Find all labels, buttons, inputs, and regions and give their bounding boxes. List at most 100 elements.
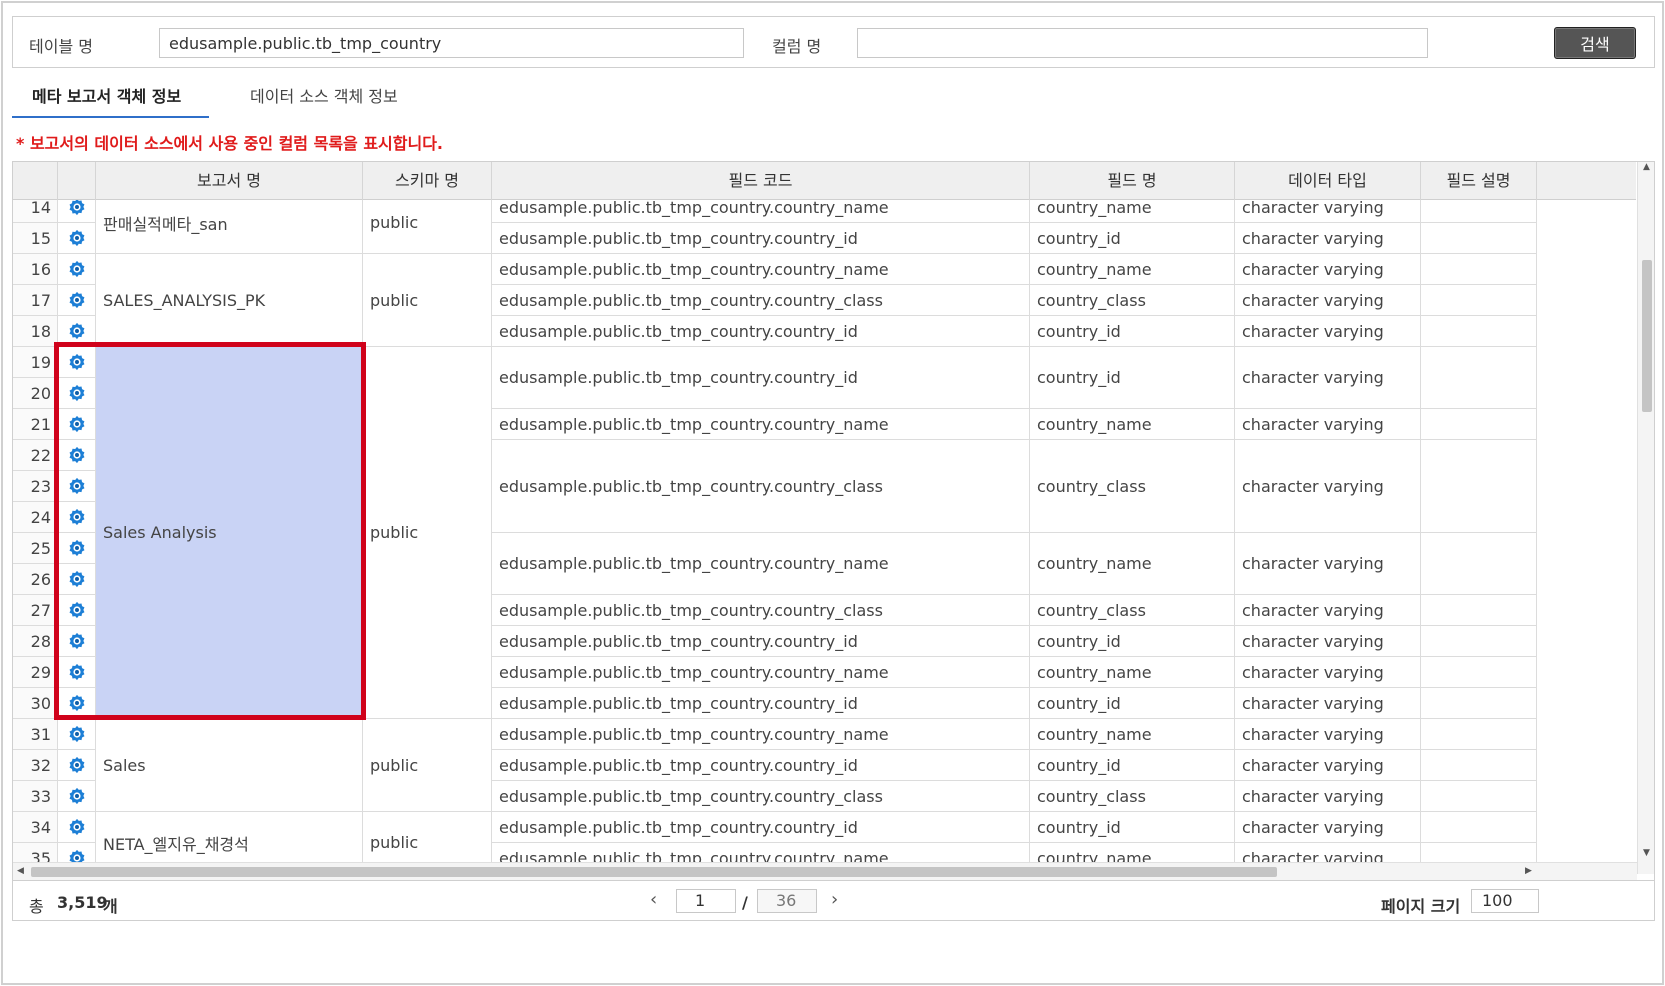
- gear-icon[interactable]: [68, 725, 86, 743]
- report-name-cell[interactable]: SALES_ANALYSIS_PK: [96, 254, 363, 347]
- data-type-cell[interactable]: character varying: [1235, 440, 1421, 533]
- data-type-cell[interactable]: character varying: [1235, 347, 1421, 409]
- field-code-cell[interactable]: edusample.public.tb_tmp_country.country_…: [492, 626, 1030, 657]
- row-icon-cell[interactable]: [58, 440, 96, 471]
- data-type-cell[interactable]: character varying: [1235, 409, 1421, 440]
- report-name-cell[interactable]: Sales: [96, 719, 363, 812]
- gear-icon[interactable]: [68, 477, 86, 495]
- row-icon-cell[interactable]: [58, 533, 96, 564]
- page-size-input[interactable]: 100: [1471, 889, 1539, 913]
- table-name-input[interactable]: [159, 28, 744, 58]
- header-report-name[interactable]: 보고서 명: [96, 162, 363, 200]
- field-name-cell[interactable]: country_class: [1030, 285, 1235, 316]
- field-desc-cell[interactable]: [1421, 409, 1537, 440]
- field-desc-cell[interactable]: [1421, 223, 1537, 254]
- field-name-cell[interactable]: country_class: [1030, 781, 1235, 812]
- gear-icon[interactable]: [68, 508, 86, 526]
- field-name-cell[interactable]: country_id: [1030, 626, 1235, 657]
- field-desc-cell[interactable]: [1421, 595, 1537, 626]
- data-type-cell[interactable]: character varying: [1235, 285, 1421, 316]
- field-code-cell[interactable]: edusample.public.tb_tmp_country.country_…: [492, 254, 1030, 285]
- field-code-cell[interactable]: edusample.public.tb_tmp_country.country_…: [492, 533, 1030, 595]
- data-type-cell[interactable]: character varying: [1235, 223, 1421, 254]
- header-field-name[interactable]: 필드 명: [1030, 162, 1235, 200]
- field-desc-cell[interactable]: [1421, 657, 1537, 688]
- row-icon-cell[interactable]: [58, 316, 96, 347]
- row-icon-cell[interactable]: [58, 254, 96, 285]
- scroll-down-icon[interactable]: ▼: [1643, 848, 1650, 858]
- data-type-cell[interactable]: character varying: [1235, 200, 1421, 223]
- data-type-cell[interactable]: character varying: [1235, 316, 1421, 347]
- field-code-cell[interactable]: edusample.public.tb_tmp_country.country_…: [492, 316, 1030, 347]
- row-icon-cell[interactable]: [58, 347, 96, 378]
- field-code-cell[interactable]: edusample.public.tb_tmp_country.country_…: [492, 812, 1030, 843]
- gear-icon[interactable]: [68, 818, 86, 836]
- field-name-cell[interactable]: country_name: [1030, 200, 1235, 223]
- row-icon-cell[interactable]: [58, 471, 96, 502]
- field-code-cell[interactable]: edusample.public.tb_tmp_country.country_…: [492, 285, 1030, 316]
- gear-icon[interactable]: [68, 601, 86, 619]
- gear-icon[interactable]: [68, 570, 86, 588]
- schema-name-cell[interactable]: public: [363, 347, 492, 719]
- row-icon-cell[interactable]: [58, 781, 96, 812]
- data-type-cell[interactable]: character varying: [1235, 626, 1421, 657]
- row-icon-cell[interactable]: [58, 564, 96, 595]
- gear-icon[interactable]: [68, 415, 86, 433]
- field-desc-cell[interactable]: [1421, 316, 1537, 347]
- field-code-cell[interactable]: edusample.public.tb_tmp_country.country_…: [492, 719, 1030, 750]
- gear-icon[interactable]: [68, 260, 86, 278]
- field-code-cell[interactable]: edusample.public.tb_tmp_country.country_…: [492, 750, 1030, 781]
- report-name-cell[interactable]: Sales Analysis: [96, 347, 363, 719]
- header-schema-name[interactable]: 스키마 명: [363, 162, 492, 200]
- field-code-cell[interactable]: edusample.public.tb_tmp_country.country_…: [492, 688, 1030, 719]
- field-name-cell[interactable]: country_class: [1030, 440, 1235, 533]
- field-name-cell[interactable]: country_class: [1030, 595, 1235, 626]
- field-code-cell[interactable]: edusample.public.tb_tmp_country.country_…: [492, 440, 1030, 533]
- row-icon-cell[interactable]: [58, 750, 96, 781]
- field-name-cell[interactable]: country_id: [1030, 750, 1235, 781]
- scroll-right-icon[interactable]: ▶: [1525, 866, 1532, 876]
- field-name-cell[interactable]: country_name: [1030, 533, 1235, 595]
- current-page-input[interactable]: 1: [676, 889, 736, 913]
- horizontal-scroll-thumb[interactable]: [31, 867, 1277, 877]
- row-icon-cell[interactable]: [58, 812, 96, 843]
- field-desc-cell[interactable]: [1421, 781, 1537, 812]
- scroll-left-icon[interactable]: ◀: [17, 866, 24, 876]
- column-name-input[interactable]: [857, 28, 1428, 58]
- row-icon-cell[interactable]: [58, 688, 96, 719]
- schema-name-cell[interactable]: public: [363, 254, 492, 347]
- field-code-cell[interactable]: edusample.public.tb_tmp_country.country_…: [492, 223, 1030, 254]
- row-icon-cell[interactable]: [58, 626, 96, 657]
- data-type-cell[interactable]: character varying: [1235, 812, 1421, 843]
- field-name-cell[interactable]: country_id: [1030, 688, 1235, 719]
- schema-name-cell[interactable]: public: [363, 200, 492, 254]
- prev-page-icon[interactable]: ‹: [650, 889, 657, 910]
- field-code-cell[interactable]: edusample.public.tb_tmp_country.country_…: [492, 409, 1030, 440]
- gear-icon[interactable]: [68, 384, 86, 402]
- horizontal-scrollbar[interactable]: ◀ ▶: [13, 862, 1637, 880]
- gear-icon[interactable]: [68, 322, 86, 340]
- field-name-cell[interactable]: country_name: [1030, 657, 1235, 688]
- data-type-cell[interactable]: character varying: [1235, 533, 1421, 595]
- row-icon-cell[interactable]: [58, 719, 96, 750]
- gear-icon[interactable]: [68, 200, 86, 216]
- field-code-cell[interactable]: edusample.public.tb_tmp_country.country_…: [492, 781, 1030, 812]
- header-data-type[interactable]: 데이터 타입: [1235, 162, 1421, 200]
- data-type-cell[interactable]: character varying: [1235, 254, 1421, 285]
- field-code-cell[interactable]: edusample.public.tb_tmp_country.country_…: [492, 347, 1030, 409]
- field-name-cell[interactable]: country_id: [1030, 812, 1235, 843]
- row-icon-cell[interactable]: [58, 223, 96, 254]
- field-name-cell[interactable]: country_name: [1030, 719, 1235, 750]
- scroll-up-icon[interactable]: ▲: [1643, 162, 1650, 172]
- report-name-cell[interactable]: 판매실적메타_san: [96, 200, 363, 254]
- data-type-cell[interactable]: character varying: [1235, 595, 1421, 626]
- field-code-cell[interactable]: edusample.public.tb_tmp_country.country_…: [492, 657, 1030, 688]
- vertical-scroll-thumb[interactable]: [1642, 260, 1652, 412]
- next-page-icon[interactable]: ›: [831, 889, 838, 910]
- gear-icon[interactable]: [68, 353, 86, 371]
- gear-icon[interactable]: [68, 632, 86, 650]
- gear-icon[interactable]: [68, 756, 86, 774]
- data-type-cell[interactable]: character varying: [1235, 688, 1421, 719]
- field-code-cell[interactable]: edusample.public.tb_tmp_country.country_…: [492, 595, 1030, 626]
- tab-datasource[interactable]: 데이터 소스 객체 정보: [250, 80, 450, 118]
